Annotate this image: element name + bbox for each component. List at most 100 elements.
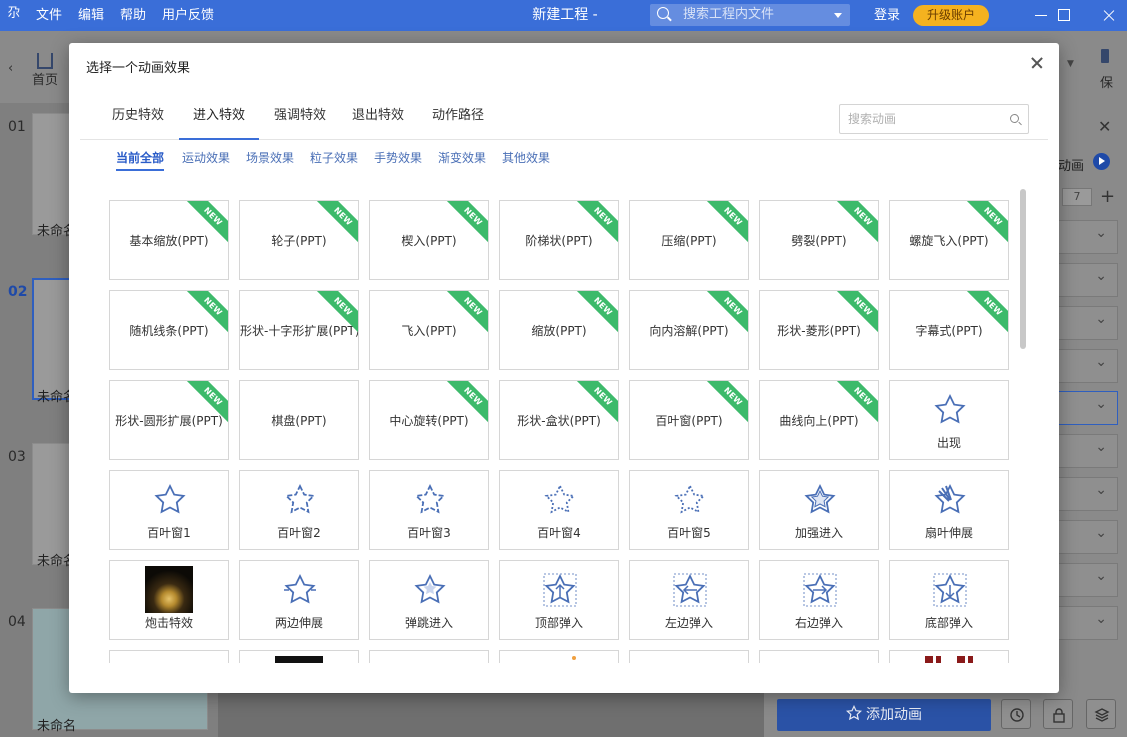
effect-card[interactable]: 百叶窗4 [499, 470, 619, 550]
effect-card[interactable]: 飞入(PPT) NEW [369, 290, 489, 370]
slide-number: 04 [8, 614, 26, 630]
effect-card[interactable]: 百叶窗3 [369, 470, 489, 550]
star-icon [846, 705, 862, 721]
panel-dropdown[interactable] [1058, 263, 1118, 297]
upgrade-account-button[interactable]: 升级账户 [913, 5, 989, 26]
panel-dropdown[interactable] [1058, 434, 1118, 468]
tab-emphasis[interactable]: 强调特效 [263, 100, 337, 140]
effect-card[interactable]: 弹跳进入 [369, 560, 489, 640]
effect-label: 百叶窗3 [407, 526, 451, 540]
panel-dropdown[interactable] [1058, 391, 1118, 425]
menu-item-edit[interactable]: 编辑 [78, 0, 104, 31]
animation-search[interactable] [839, 104, 1029, 134]
animation-search-input[interactable] [840, 105, 1000, 133]
star-fan-icon [933, 483, 967, 517]
timer-button[interactable] [1001, 699, 1031, 729]
maximize-icon[interactable] [1043, 0, 1083, 31]
effect-card[interactable]: 形状-十字形扩展(PPT) NEW [239, 290, 359, 370]
effect-card[interactable]: 基本缩放(PPT) NEW [109, 200, 229, 280]
menu-item-file[interactable]: 文件 [36, 0, 62, 31]
effect-card[interactable]: 向内溶解(PPT) NEW [629, 290, 749, 370]
subtab-motion[interactable]: 运动效果 [182, 149, 230, 171]
effect-card[interactable] [499, 650, 619, 663]
subtab-scene[interactable]: 场景效果 [246, 149, 294, 171]
effect-card[interactable]: 螺旋飞入(PPT) NEW [889, 200, 1009, 280]
effect-card[interactable]: 底部弹入 [889, 560, 1009, 640]
panel-dropdown[interactable] [1058, 520, 1118, 554]
effect-card[interactable]: 百叶窗5 [629, 470, 749, 550]
effect-card[interactable] [239, 650, 359, 663]
effect-card[interactable] [759, 650, 879, 663]
menu-item-feedback[interactable]: 用户反馈 [162, 0, 214, 31]
lock-button[interactable] [1043, 699, 1073, 729]
effect-card[interactable]: 出现 [889, 380, 1009, 460]
layers-button[interactable] [1086, 699, 1116, 729]
chevron-down-icon[interactable]: ▼ [1067, 59, 1074, 69]
subtab-all[interactable]: 当前全部 [116, 149, 165, 171]
effect-card[interactable]: 形状-圆形扩展(PPT) NEW [109, 380, 229, 460]
save-icon[interactable] [1101, 49, 1109, 63]
panel-dropdown[interactable] [1058, 220, 1118, 254]
effect-card[interactable]: 扇叶伸展 [889, 470, 1009, 550]
effect-card[interactable]: 左边弹入 [629, 560, 749, 640]
effect-card[interactable]: 形状-盒状(PPT) NEW [499, 380, 619, 460]
dropdown-arrow-icon[interactable] [834, 13, 842, 18]
panel-dropdown[interactable] [1058, 606, 1118, 640]
save-label[interactable]: 保 [1100, 72, 1113, 91]
effect-card[interactable]: 百叶窗(PPT) NEW [629, 380, 749, 460]
tab-entrance[interactable]: 进入特效 [179, 100, 259, 140]
project-search[interactable]: 搜索工程内文件 [650, 4, 850, 26]
subtab-gesture[interactable]: 手势效果 [374, 149, 422, 171]
tab-motion-path[interactable]: 动作路径 [421, 100, 495, 140]
effect-card[interactable]: 阶梯状(PPT) NEW [499, 200, 619, 280]
panel-dropdown[interactable] [1058, 477, 1118, 511]
effect-card[interactable]: 轮子(PPT) NEW [239, 200, 359, 280]
fireworks-thumbnail [145, 566, 193, 613]
effect-card[interactable]: 加强进入 [759, 470, 879, 550]
effect-card[interactable]: 棋盘(PPT) [239, 380, 359, 460]
effect-card[interactable]: 中心旋转(PPT) NEW [369, 380, 489, 460]
close-window-icon[interactable] [1089, 0, 1127, 31]
add-animation-button[interactable]: 添加动画 [777, 699, 991, 731]
panel-dropdown[interactable] [1058, 306, 1118, 340]
effect-card[interactable]: 字幕式(PPT) NEW [889, 290, 1009, 370]
effect-card[interactable]: 随机线条(PPT) NEW [109, 290, 229, 370]
number-field[interactable]: 7 [1062, 188, 1092, 206]
effect-card[interactable] [109, 650, 229, 663]
chevron-left-icon[interactable]: ‹ [8, 61, 13, 76]
close-icon[interactable] [1029, 55, 1045, 71]
scrollbar-thumb[interactable] [1020, 189, 1026, 349]
effect-label: 百叶窗4 [537, 526, 581, 540]
panel-dropdown[interactable] [1058, 349, 1118, 383]
scrollbar[interactable] [1020, 189, 1026, 649]
effect-card[interactable]: 炮击特效 [109, 560, 229, 640]
tab-history[interactable]: 历史特效 [101, 100, 175, 140]
subtab-particle[interactable]: 粒子效果 [310, 149, 358, 171]
effect-card[interactable]: 形状-菱形(PPT) NEW [759, 290, 879, 370]
effect-card[interactable]: 曲线向上(PPT) NEW [759, 380, 879, 460]
effect-card[interactable]: 压缩(PPT) NEW [629, 200, 749, 280]
effect-card[interactable] [629, 650, 749, 663]
effect-card[interactable]: 缩放(PPT) NEW [499, 290, 619, 370]
login-link[interactable]: 登录 [874, 0, 900, 31]
effect-card[interactable]: 两边伸展 [239, 560, 359, 640]
plus-icon[interactable]: + [1100, 186, 1115, 207]
effect-card[interactable]: 右边弹入 [759, 560, 879, 640]
tab-exit[interactable]: 退出特效 [341, 100, 415, 140]
effect-card[interactable]: 劈裂(PPT) NEW [759, 200, 879, 280]
home-button[interactable]: 首页 [28, 49, 62, 88]
effect-card[interactable]: 顶部弹入 [499, 560, 619, 640]
add-animation-label: 添加动画 [866, 707, 922, 723]
subtab-gradient[interactable]: 渐变效果 [438, 149, 486, 171]
effect-card[interactable]: 百叶窗2 [239, 470, 359, 550]
subtab-other[interactable]: 其他效果 [502, 149, 550, 171]
panel-dropdown[interactable] [1058, 563, 1118, 597]
close-panel-icon[interactable]: ✕ [1098, 117, 1111, 136]
play-icon[interactable] [1093, 153, 1110, 170]
effect-card[interactable] [889, 650, 1009, 663]
menu-item-help[interactable]: 帮助 [120, 0, 146, 31]
effect-card[interactable] [369, 650, 489, 663]
effect-card[interactable]: 百叶窗1 [109, 470, 229, 550]
effect-card[interactable]: 楔入(PPT) NEW [369, 200, 489, 280]
search-icon[interactable] [1010, 114, 1019, 123]
